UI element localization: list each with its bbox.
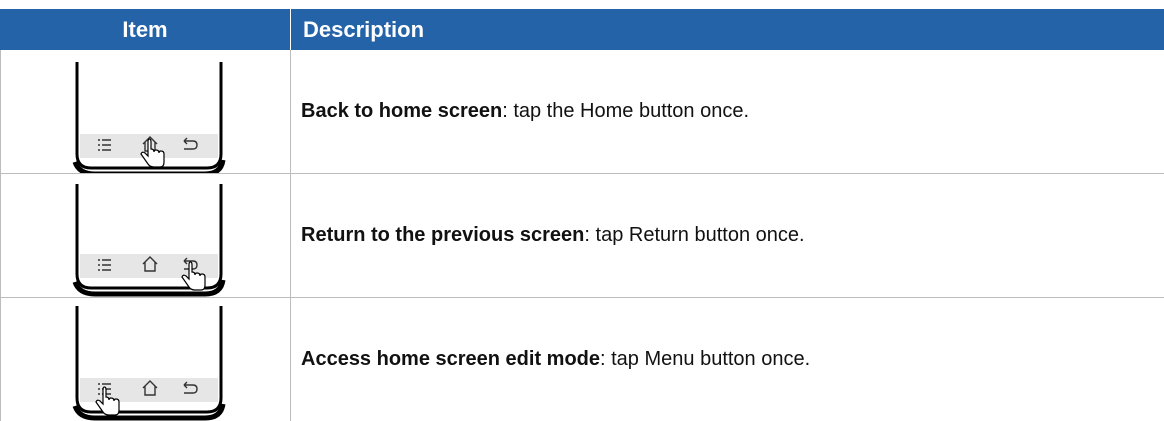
table-row: Return to the previous screen: tap Retur…: [0, 174, 1164, 298]
row-description: Access home screen edit mode: tap Menu b…: [291, 298, 1164, 421]
phone-navbar-illustration: [72, 306, 226, 421]
table-row: Back to home screen: tap the Home button…: [0, 50, 1164, 174]
phone-navbar-illustration: [72, 184, 226, 297]
item-illustration: [1, 298, 291, 421]
header-description: Description: [303, 16, 425, 42]
description-text: : tap the Home button once.: [502, 100, 750, 122]
table-header: Item Description: [0, 9, 1164, 50]
description-text: : tap Return button once.: [584, 224, 805, 246]
description-text: : tap Menu button once.: [600, 348, 811, 370]
item-illustration: [1, 50, 291, 173]
description-bold: Access home screen edit mode: [301, 348, 601, 370]
header-item: Item: [0, 9, 291, 50]
description-bold: Back to home screen: [301, 100, 503, 122]
item-illustration: [1, 174, 291, 297]
row-description: Back to home screen: tap the Home button…: [291, 50, 1164, 173]
row-description: Return to the previous screen: tap Retur…: [291, 174, 1164, 297]
instruction-table: Item Description Back to home screen: ta…: [0, 9, 1164, 421]
phone-navbar-illustration: [72, 62, 226, 173]
description-bold: Return to the previous screen: [301, 224, 585, 246]
table-row: Access home screen edit mode: tap Menu b…: [0, 298, 1164, 421]
